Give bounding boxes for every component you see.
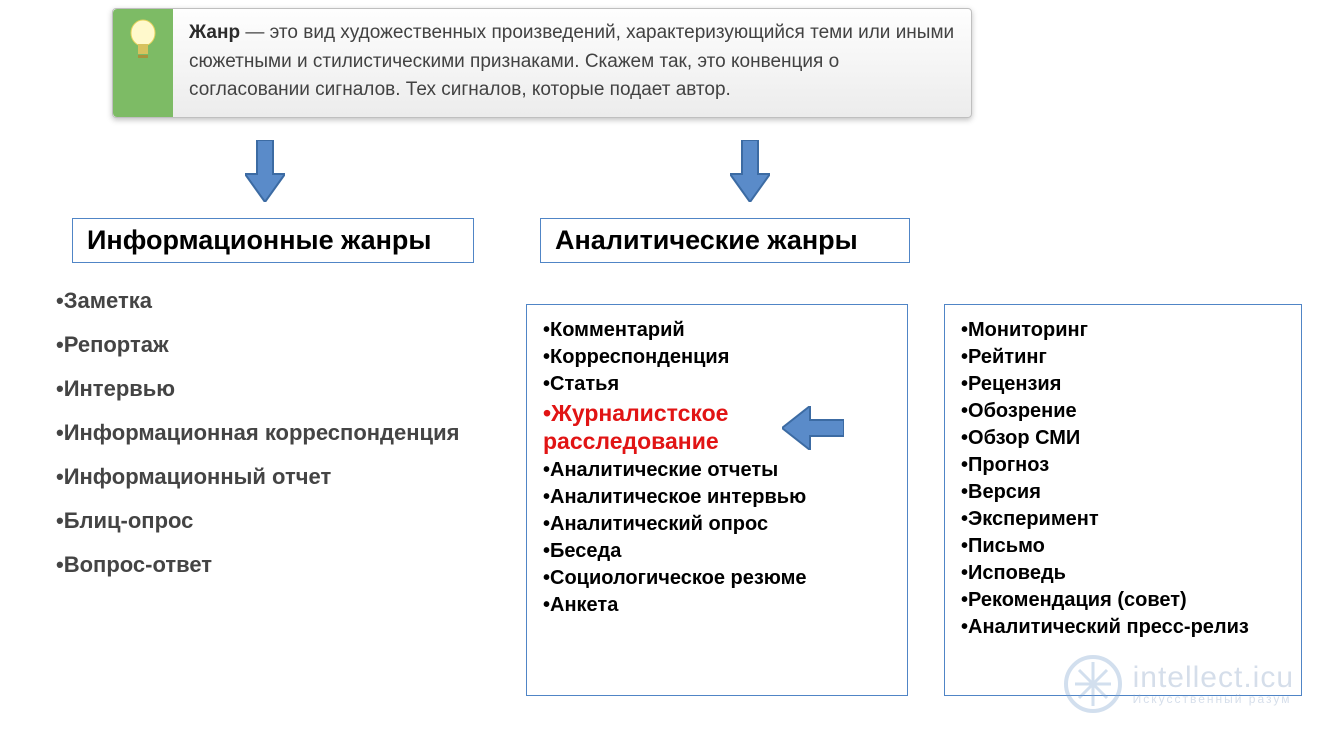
analytical-genres-title-box: Аналитические жанры <box>540 218 910 263</box>
list-item: •Комментарий <box>543 317 891 344</box>
list-item: •Версия <box>961 479 1285 506</box>
list-item: •Репортаж <box>56 332 486 358</box>
list-item: •Рейтинг <box>961 344 1285 371</box>
definition-text: Жанр — это вид художественных произведен… <box>173 9 971 117</box>
list-item: •Аналитические отчеты <box>543 457 891 484</box>
list-item: •Обзор СМИ <box>961 425 1285 452</box>
list-item: •Аналитическое интервью <box>543 484 891 511</box>
list-item: •Блиц-опрос <box>56 508 486 534</box>
definition-dash: — <box>240 22 270 43</box>
list-item: •Корреспонденция <box>543 344 891 371</box>
analytical-column-2: •Мониторинг •Рейтинг •Рецензия •Обозрени… <box>944 304 1302 696</box>
list-item: •Информационный отчет <box>56 464 486 490</box>
info-genres-title: Информационные жанры <box>87 225 431 255</box>
list-item: •Мониторинг <box>961 317 1285 344</box>
list-item: •Информационная корреспонденция <box>56 420 486 446</box>
list-item: •Рекомендация (совет) <box>961 587 1285 614</box>
info-genres-list: •Заметка •Репортаж •Интервью •Информацио… <box>56 288 486 596</box>
list-item: •Рецензия <box>961 371 1285 398</box>
definition-term: Жанр <box>189 22 240 43</box>
list-item: •Социологическое резюме <box>543 565 891 592</box>
list-item: •Вопрос-ответ <box>56 552 486 578</box>
info-genres-title-box: Информационные жанры <box>72 218 474 263</box>
list-item: •Анкета <box>543 592 891 619</box>
list-item: •Письмо <box>961 533 1285 560</box>
list-item: •Интервью <box>56 376 486 402</box>
lightbulb-icon <box>113 9 173 117</box>
list-item: •Исповедь <box>961 560 1285 587</box>
arrow-left-icon <box>782 406 844 450</box>
list-item: •Заметка <box>56 288 486 314</box>
list-item: •Эксперимент <box>961 506 1285 533</box>
list-item: •Аналитический пресс-релиз <box>961 614 1285 641</box>
arrow-down-icon <box>730 140 770 202</box>
list-item: •Беседа <box>543 538 891 565</box>
definition-body: это вид художественных произведений, хар… <box>189 22 954 100</box>
list-item: •Статья <box>543 371 891 398</box>
list-item: •Прогноз <box>961 452 1285 479</box>
arrow-down-icon <box>245 140 285 202</box>
definition-callout: Жанр — это вид художественных произведен… <box>112 8 972 118</box>
analytical-genres-title: Аналитические жанры <box>555 225 858 255</box>
list-item: •Аналитический опрос <box>543 511 891 538</box>
list-item: •Обозрение <box>961 398 1285 425</box>
analytical-column-1: •Комментарий •Корреспонденция •Статья •Ж… <box>526 304 908 696</box>
